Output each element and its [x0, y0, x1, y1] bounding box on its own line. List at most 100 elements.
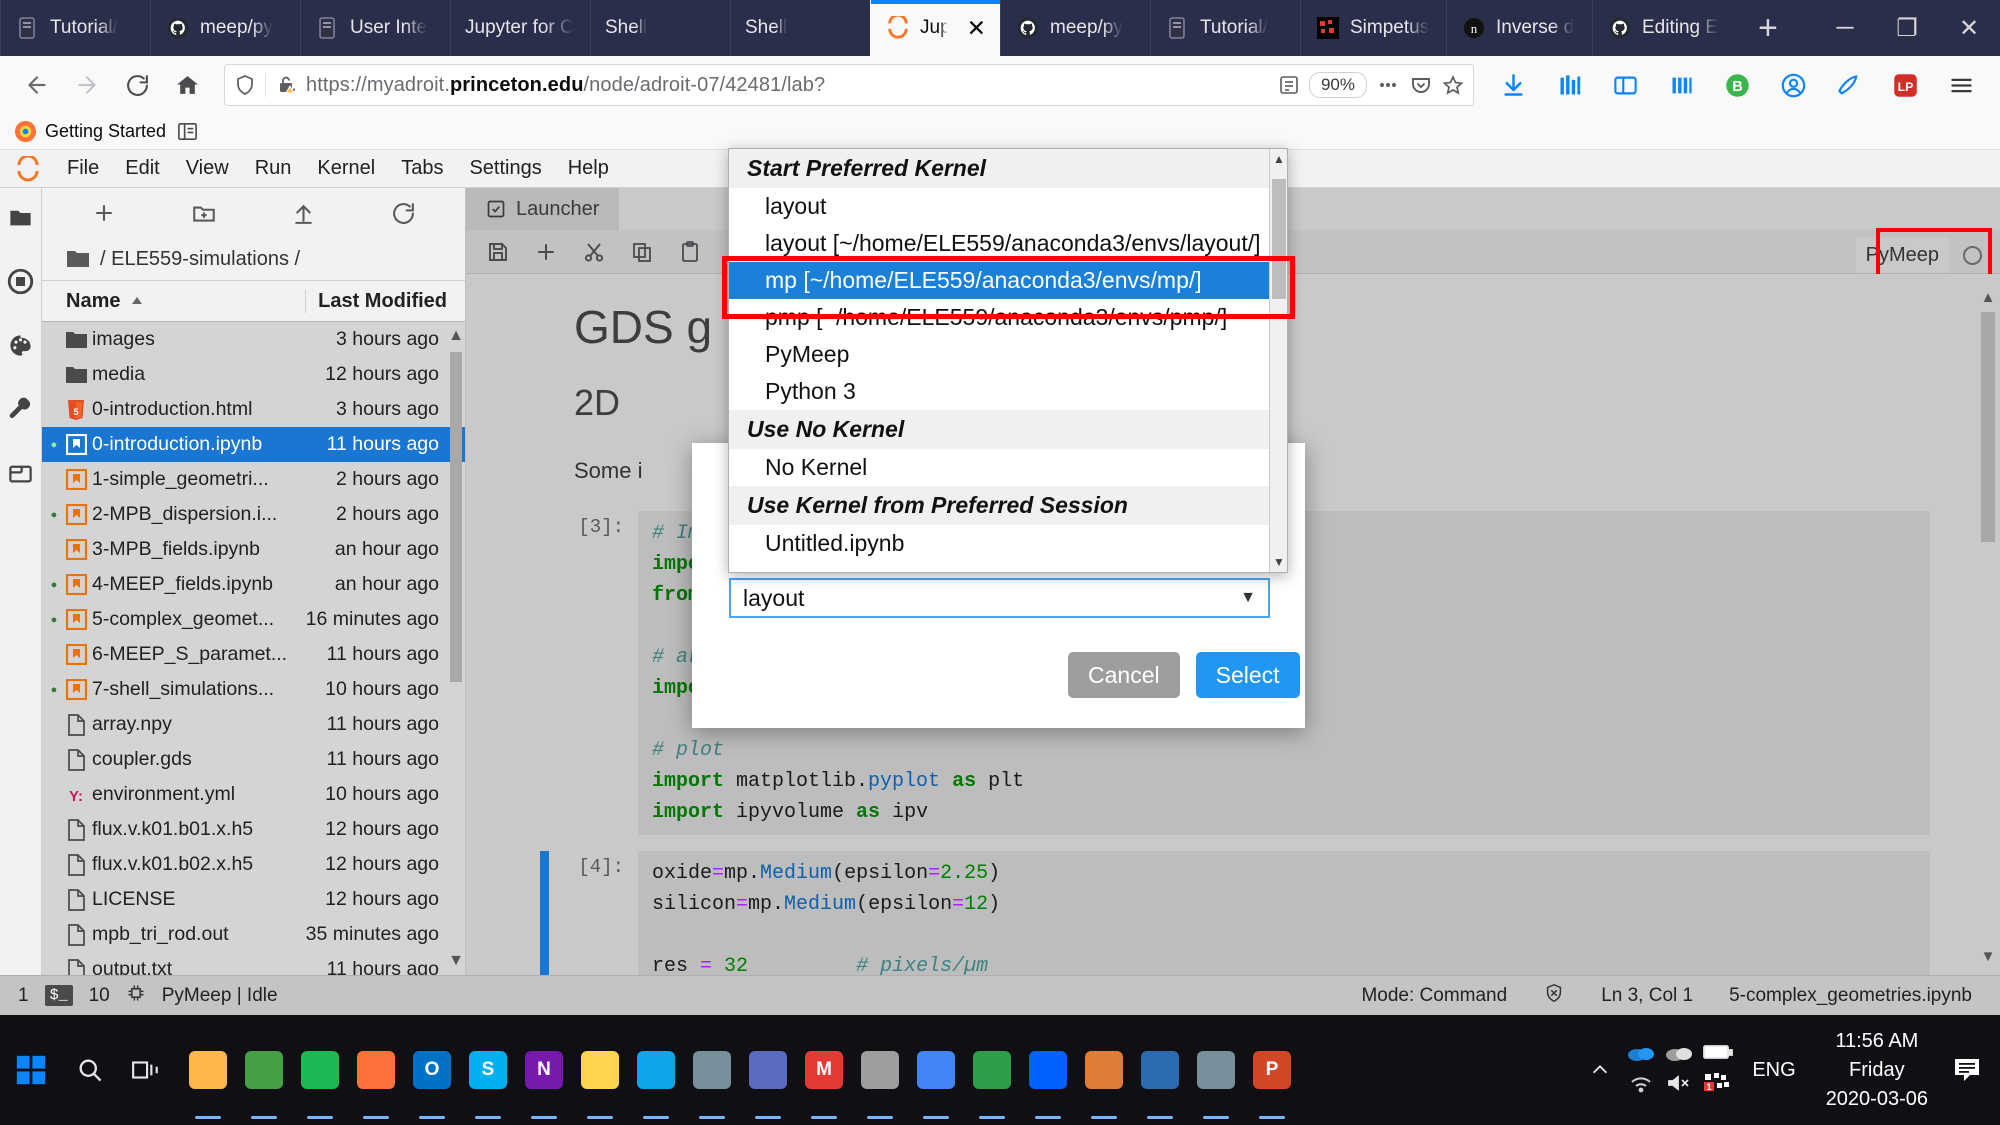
sidebar-item-file-browser[interactable]	[6, 202, 36, 232]
volume-muted-icon[interactable]	[1666, 1073, 1692, 1098]
start-button-icon[interactable]	[0, 1015, 62, 1125]
save-icon[interactable]	[484, 238, 512, 266]
menu-file[interactable]: File	[54, 153, 112, 184]
file-list-item[interactable]: Y:environment.yml10 hours ago	[42, 777, 465, 812]
menu-edit[interactable]: Edit	[112, 153, 172, 184]
bookmark-getting-started[interactable]: Getting Started	[14, 120, 166, 143]
reader-mode-icon[interactable]	[1277, 73, 1301, 97]
file-list-item[interactable]: array.npy11 hours ago	[42, 707, 465, 742]
hamburger-menu-icon[interactable]	[1936, 62, 1986, 108]
sidebar-item-property-inspector[interactable]	[6, 394, 36, 424]
sidebar-item-running-terminals[interactable]	[6, 266, 36, 296]
cell-source[interactable]: # Impo import from m # arra import # plo…	[638, 511, 1930, 835]
new-folder-icon[interactable]	[187, 196, 221, 230]
menu-kernel[interactable]: Kernel	[304, 153, 388, 184]
taskbar-app-notepad-icon[interactable]	[572, 1015, 628, 1125]
code-cell-active[interactable]: [4]: oxide=mp.Medium(epsilon=2.25) silic…	[574, 851, 1930, 976]
status-kernel-state[interactable]: PyMeep | Idle	[162, 985, 278, 1007]
browser-tab[interactable]: meep/py	[1000, 0, 1150, 56]
notebook-content[interactable]: GDS g 2D Some i [3]: # Impo import from …	[466, 274, 2000, 975]
zoom-level-badge[interactable]: 90%	[1309, 72, 1367, 98]
file-list-item[interactable]: ●4-MEEP_fields.ipynban hour ago	[42, 567, 465, 602]
tab-launcher[interactable]: Launcher	[466, 188, 619, 230]
taskbar-app-conda-icon[interactable]	[964, 1015, 1020, 1125]
file-list-item[interactable]: 50-introduction.html3 hours ago	[42, 392, 465, 427]
taskbar-app-file-explorer-icon[interactable]	[180, 1015, 236, 1125]
file-list-scrollbar[interactable]: ▲▼	[449, 322, 463, 975]
home-button[interactable]	[164, 62, 210, 108]
restore-button[interactable]: ❐	[1876, 0, 1938, 56]
file-list-item[interactable]: ●5-complex_geomet...16 minutes ago	[42, 602, 465, 637]
bookmark-reading-list-icon[interactable]	[176, 120, 199, 143]
browser-tab[interactable]: n Inverse d	[1446, 0, 1592, 56]
lock-warning-icon[interactable]	[274, 73, 298, 97]
file-list-item[interactable]: 1-simple_geometri...2 hours ago	[42, 462, 465, 497]
menu-help[interactable]: Help	[555, 153, 622, 184]
cut-icon[interactable]	[580, 238, 608, 266]
taskbar-app-3d-viewer-icon[interactable]	[684, 1015, 740, 1125]
taskbar-app-firefox-icon[interactable]	[348, 1015, 404, 1125]
sidebar-item-open-tabs[interactable]	[6, 458, 36, 488]
browser-tab[interactable]: Simpetus	[1300, 0, 1446, 56]
scroll-up-icon[interactable]: ▲	[449, 322, 463, 350]
taskbar-app-mathpix-icon[interactable]: M	[796, 1015, 852, 1125]
browser-tab[interactable]: Tutorial/	[1150, 0, 1300, 56]
column-header-last-modified[interactable]: Last Modified	[305, 290, 465, 313]
breadcrumb[interactable]: / ELE559-simulations /	[42, 238, 465, 280]
browser-tab[interactable]: Jupyter for C	[450, 0, 590, 56]
notebook-scrollbar[interactable]: ▲ ▼	[1980, 284, 1996, 969]
file-list[interactable]: images3 hours agomedia12 hours ago50-int…	[42, 322, 465, 975]
taskbar-app-matlab-icon[interactable]	[1076, 1015, 1132, 1125]
library-icon[interactable]	[1544, 62, 1594, 108]
menu-view[interactable]: View	[173, 153, 242, 184]
file-list-item[interactable]: 3-MPB_fields.ipynban hour ago	[42, 532, 465, 567]
browser-tab[interactable]: Editing E	[1592, 0, 1738, 56]
shield-icon[interactable]	[233, 73, 257, 97]
browser-tab[interactable]: Shell	[590, 0, 730, 56]
close-window-button[interactable]: ✕	[1938, 0, 2000, 56]
action-center-icon[interactable]	[1944, 1015, 1990, 1125]
taskbar-app-settings-icon[interactable]	[1188, 1015, 1244, 1125]
extension-lastpass-icon[interactable]: LP	[1880, 62, 1930, 108]
onedrive-blue-icon[interactable]	[1626, 1042, 1656, 1067]
pocket-icon[interactable]	[1409, 73, 1433, 97]
file-list-item[interactable]: coupler.gds11 hours ago	[42, 742, 465, 777]
column-header-name[interactable]: Name	[42, 290, 305, 313]
page-actions-icon[interactable]	[1375, 72, 1401, 98]
file-list-item[interactable]: images3 hours ago	[42, 322, 465, 357]
wifi-icon[interactable]	[1628, 1073, 1654, 1098]
scrollbar-thumb[interactable]	[1981, 312, 1995, 542]
file-list-item[interactable]: flux.v.k01.b01.x.h512 hours ago	[42, 812, 465, 847]
forward-button[interactable]	[64, 62, 110, 108]
cell-source[interactable]: oxide=mp.Medium(epsilon=2.25) silicon=mp…	[638, 851, 1930, 976]
copy-icon[interactable]	[628, 238, 656, 266]
taskbar-app-edge-icon[interactable]	[628, 1015, 684, 1125]
extension-b-icon[interactable]: B	[1712, 62, 1762, 108]
taskbar-app-spotify-icon[interactable]	[292, 1015, 348, 1125]
extension-paint-icon[interactable]	[1824, 62, 1874, 108]
file-list-item[interactable]: mpb_tri_rod.out35 minutes ago	[42, 917, 465, 952]
refresh-icon[interactable]	[386, 196, 420, 230]
taskbar-app-anaconda-icon[interactable]	[236, 1015, 292, 1125]
notification-badge-icon[interactable]: 1	[1703, 1072, 1733, 1097]
insert-cell-icon[interactable]	[532, 238, 560, 266]
scroll-down-icon[interactable]: ▼	[1980, 943, 1996, 969]
task-view-icon[interactable]	[118, 1015, 174, 1125]
scroll-up-icon[interactable]: ▲	[1980, 284, 1996, 310]
taskbar-app-zotero-icon[interactable]	[852, 1015, 908, 1125]
close-icon[interactable]: ✕	[967, 17, 986, 40]
scroll-down-icon[interactable]: ▼	[449, 947, 463, 975]
downloads-icon[interactable]	[1488, 62, 1538, 108]
back-button[interactable]	[14, 62, 60, 108]
menu-tabs[interactable]: Tabs	[388, 153, 456, 184]
file-list-item[interactable]: output.txt11 hours ago	[42, 952, 465, 975]
terminal-icon[interactable]: $_	[45, 985, 73, 1006]
taskbar-app-mail-icon[interactable]	[1132, 1015, 1188, 1125]
browser-tab[interactable]: meep/py	[150, 0, 300, 56]
taskbar-app-maps-icon[interactable]	[740, 1015, 796, 1125]
paste-icon[interactable]	[676, 238, 704, 266]
file-list-item[interactable]: ●0-introduction.ipynb11 hours ago	[42, 427, 465, 462]
minimize-button[interactable]: ─	[1814, 0, 1876, 56]
taskbar-app-dropbox-icon[interactable]	[1020, 1015, 1076, 1125]
onedrive-grey-icon[interactable]	[1664, 1042, 1694, 1067]
